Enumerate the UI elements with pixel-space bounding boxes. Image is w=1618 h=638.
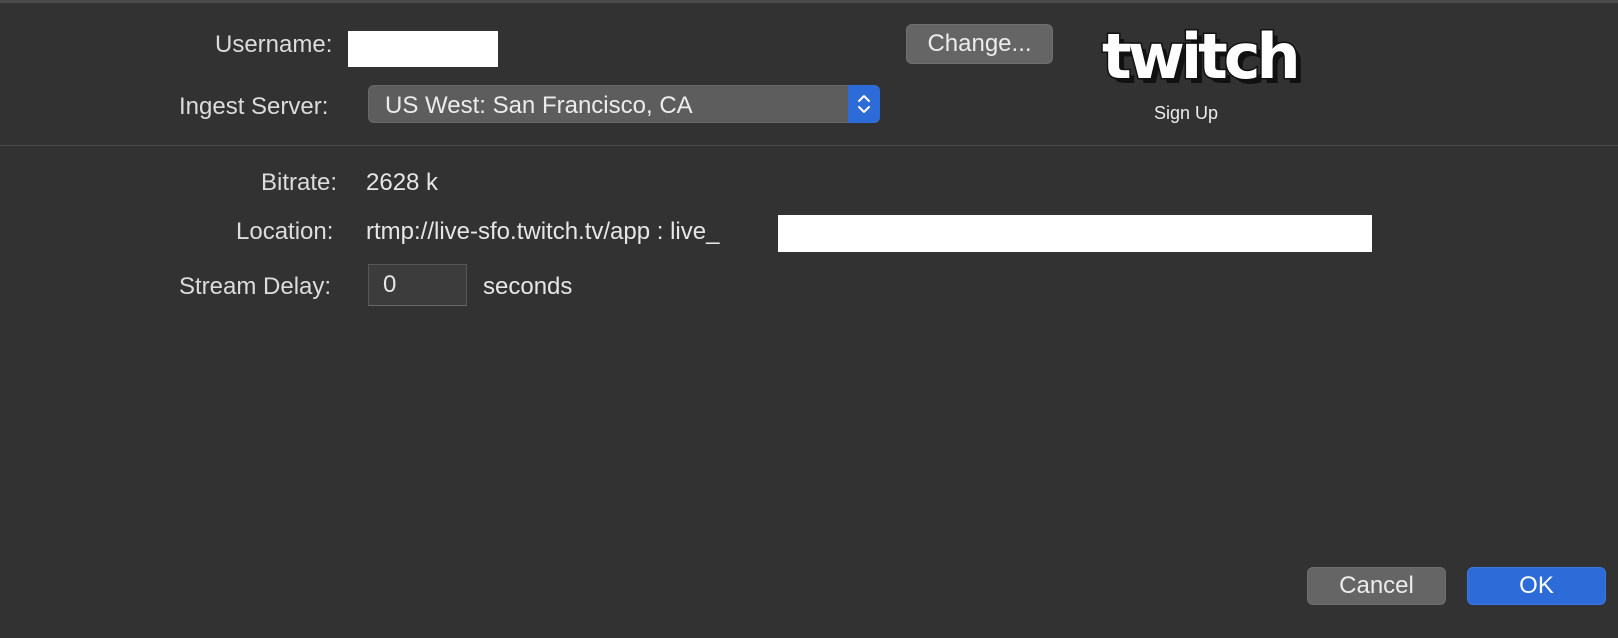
stream-delay-label: Stream Delay: bbox=[179, 273, 332, 300]
username-redacted bbox=[348, 31, 498, 67]
ok-button[interactable]: OK bbox=[1467, 567, 1606, 605]
twitch-logo: twitch twitch bbox=[1100, 19, 1306, 99]
chevron-up-down-icon bbox=[848, 85, 880, 123]
svg-text:twitch: twitch bbox=[1102, 27, 1297, 93]
ingest-server-value: US West: San Francisco, CA bbox=[385, 92, 693, 119]
bitrate-value: 2628 k bbox=[366, 169, 439, 196]
stream-delay-input[interactable]: 0 bbox=[368, 264, 467, 306]
stream-delay-unit: seconds bbox=[483, 273, 573, 300]
stream-settings-dialog: Username: Change... Ingest Server: US We… bbox=[0, 0, 1618, 638]
location-label: Location: bbox=[236, 218, 334, 245]
change-button[interactable]: Change... bbox=[906, 24, 1053, 64]
ingest-server-select[interactable]: US West: San Francisco, CA bbox=[368, 85, 880, 123]
ingest-server-label: Ingest Server: bbox=[179, 93, 329, 120]
cancel-button[interactable]: Cancel bbox=[1307, 567, 1446, 605]
bitrate-label: Bitrate: bbox=[261, 169, 338, 196]
username-label: Username: bbox=[215, 31, 333, 58]
sign-up-link[interactable]: Sign Up bbox=[1154, 103, 1218, 124]
account-section: Username: Change... Ingest Server: US We… bbox=[0, 3, 1618, 145]
location-value: rtmp://live-sfo.twitch.tv/app : live_ bbox=[366, 218, 720, 245]
location-key-redacted bbox=[778, 215, 1372, 252]
section-divider bbox=[0, 145, 1618, 146]
